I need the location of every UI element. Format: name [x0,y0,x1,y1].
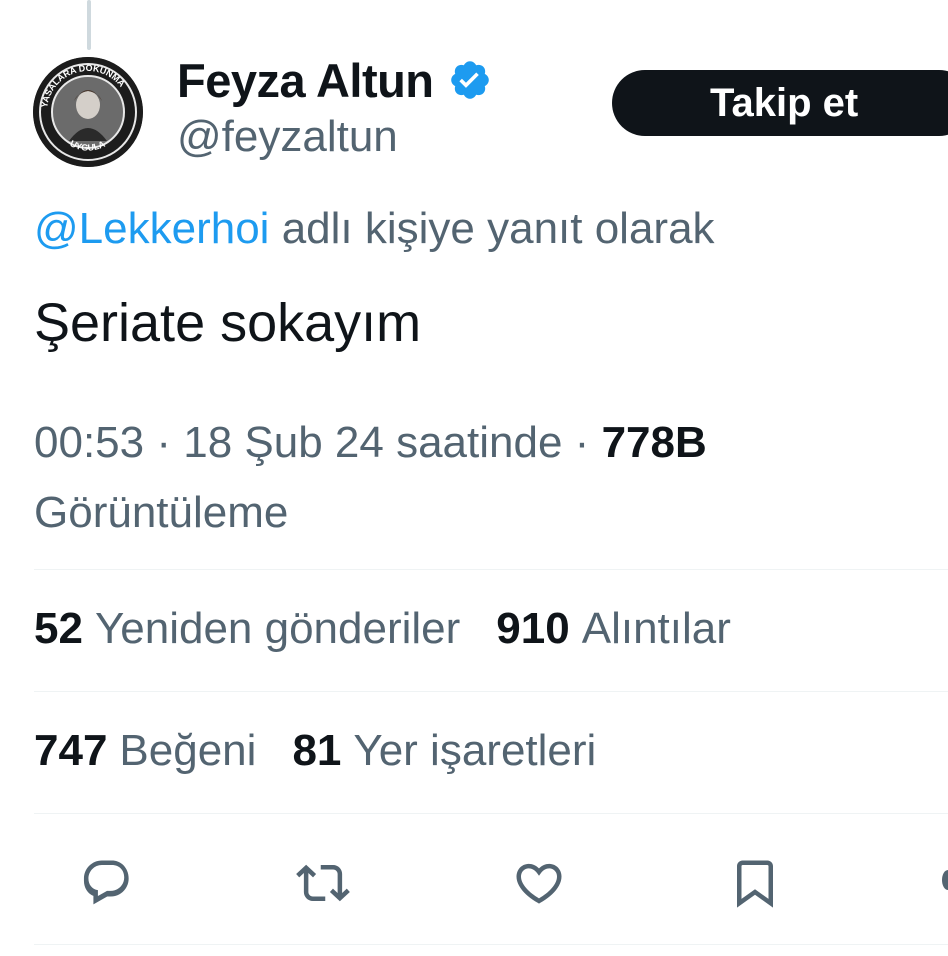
stats-row-reactions: 747 Beğeni 81 Yer işaretleri [34,726,632,776]
quotes-stat[interactable]: 910 Alıntılar [496,604,731,654]
likes-count: 747 [34,726,108,775]
views-label: Görüntüleme [34,488,289,537]
bookmark-icon[interactable] [726,854,784,912]
quotes-count: 910 [496,604,570,653]
meta-separator: · [574,418,590,467]
display-name[interactable]: Feyza Altun [177,53,434,108]
user-handle[interactable]: @feyzaltun [177,112,492,162]
retweets-label: Yeniden gönderiler [94,604,461,653]
bookmarks-count: 81 [292,726,342,775]
reply-mention-link[interactable]: @Lekkerhoi [34,204,269,253]
divider [34,944,948,945]
retweets-count: 52 [34,604,83,653]
likes-stat[interactable]: 747 Beğeni [34,726,256,776]
verified-badge-icon[interactable] [448,58,492,102]
share-icon[interactable] [942,870,948,890]
author-info: Feyza Altun @feyzaltun [177,50,492,162]
reply-context-label: adlı kişiye yanıt olarak [281,204,715,253]
views-count: 778B [601,418,707,467]
reply-icon[interactable] [78,854,136,912]
tweet-text: Şeriate sokayım [34,293,422,353]
quotes-label: Alıntılar [581,604,731,653]
thread-connector-line [87,0,91,50]
avatar[interactable]: YASALARA DOKUNMA UYGULA [33,57,143,167]
action-bar [0,846,948,916]
divider [34,691,948,692]
meta-separator: · [156,418,171,467]
divider [34,569,948,570]
likes-label: Beğeni [119,726,257,775]
tweet-date[interactable]: 18 Şub 24 saatinde [183,418,562,467]
divider [34,813,948,814]
retweets-stat[interactable]: 52 Yeniden gönderiler [34,604,460,654]
like-icon[interactable] [510,854,568,912]
tweet-meta: 00:53 · 18 Şub 24 saatinde · 778B Görünt… [34,408,914,548]
avatar-image: YASALARA DOKUNMA UYGULA [33,57,143,167]
tweet-time[interactable]: 00:53 [34,418,144,467]
retweet-icon[interactable] [294,854,352,912]
stats-row-shares: 52 Yeniden gönderiler 910 Alıntılar [34,604,767,654]
bookmarks-stat[interactable]: 81 Yer işaretleri [292,726,596,776]
bookmarks-label: Yer işaretleri [353,726,597,775]
follow-button[interactable]: Takip et [612,70,948,136]
reply-context: @Lekkerhoi adlı kişiye yanıt olarak [34,204,715,254]
